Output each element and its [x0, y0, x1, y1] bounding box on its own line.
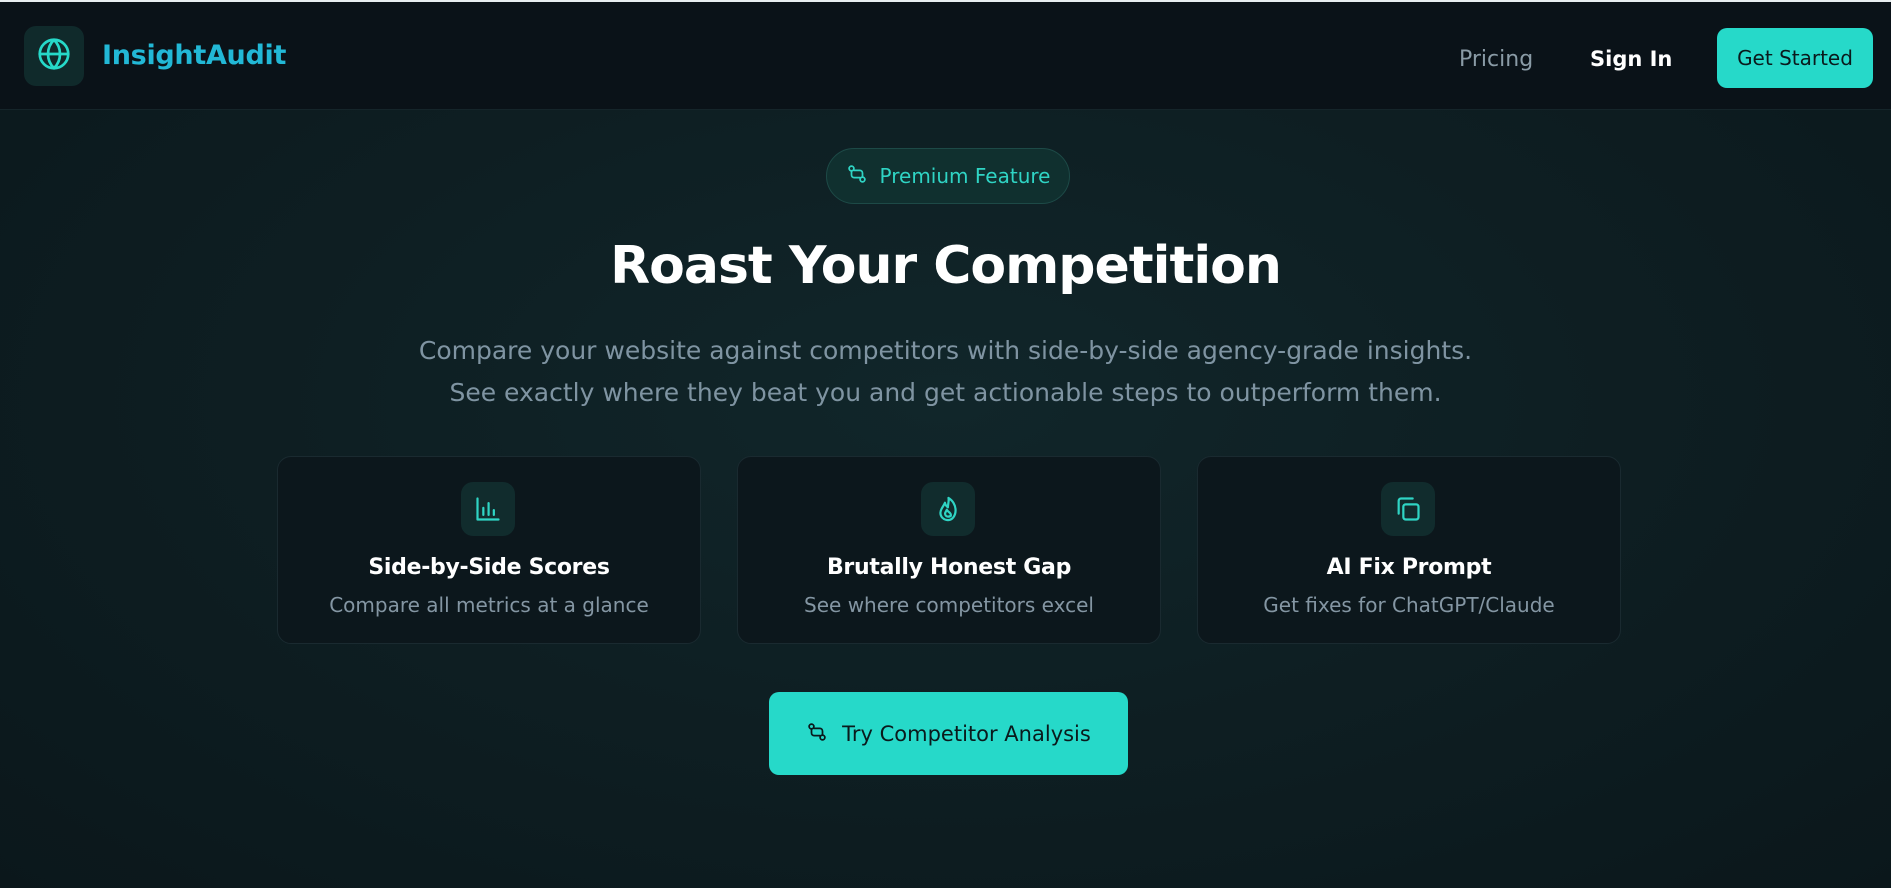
feature-title: AI Fix Prompt: [1326, 555, 1492, 580]
feature-card-side-by-side-scores: Side-by-Side Scores Compare all metrics …: [277, 456, 701, 644]
feature-card-brutally-honest-gap: Brutally Honest Gap See where competitor…: [737, 456, 1161, 644]
globe-icon: [36, 36, 72, 76]
flame-icon: [921, 482, 975, 536]
brand-name[interactable]: InsightAudit: [102, 40, 286, 71]
git-compare-icon: [806, 721, 828, 747]
try-competitor-analysis-button[interactable]: Try Competitor Analysis: [769, 692, 1128, 775]
logo[interactable]: [24, 26, 84, 86]
feature-title: Side-by-Side Scores: [368, 555, 610, 580]
feature-description: Compare all metrics at a glance: [329, 593, 649, 617]
hero-subtitle-line-1: Compare your website against competitors…: [418, 336, 1473, 365]
badge-label: Premium Feature: [879, 164, 1051, 188]
feature-description: Get fixes for ChatGPT/Claude: [1263, 593, 1555, 617]
nav-link-sign-in[interactable]: Sign In: [1590, 47, 1672, 71]
nav-link-pricing[interactable]: Pricing: [1459, 47, 1533, 72]
page-title: Roast Your Competition: [610, 236, 1282, 296]
top-navbar: InsightAudit Pricing Sign In Get Started: [0, 0, 1891, 110]
hero-subtitle-line-2: See exactly where they beat you and get …: [449, 378, 1442, 407]
get-started-button[interactable]: Get Started: [1717, 28, 1873, 88]
feature-card-ai-fix-prompt: AI Fix Prompt Get fixes for ChatGPT/Clau…: [1197, 456, 1621, 644]
hero-subtitle: Compare your website against competitors…: [0, 330, 1891, 414]
premium-feature-badge: Premium Feature: [826, 148, 1070, 204]
feature-description: See where competitors excel: [804, 593, 1094, 617]
cta-label: Try Competitor Analysis: [842, 721, 1091, 746]
copy-icon: [1381, 482, 1435, 536]
git-compare-icon: [846, 163, 868, 189]
feature-title: Brutally Honest Gap: [826, 555, 1072, 580]
bar-chart-icon: [461, 482, 515, 536]
